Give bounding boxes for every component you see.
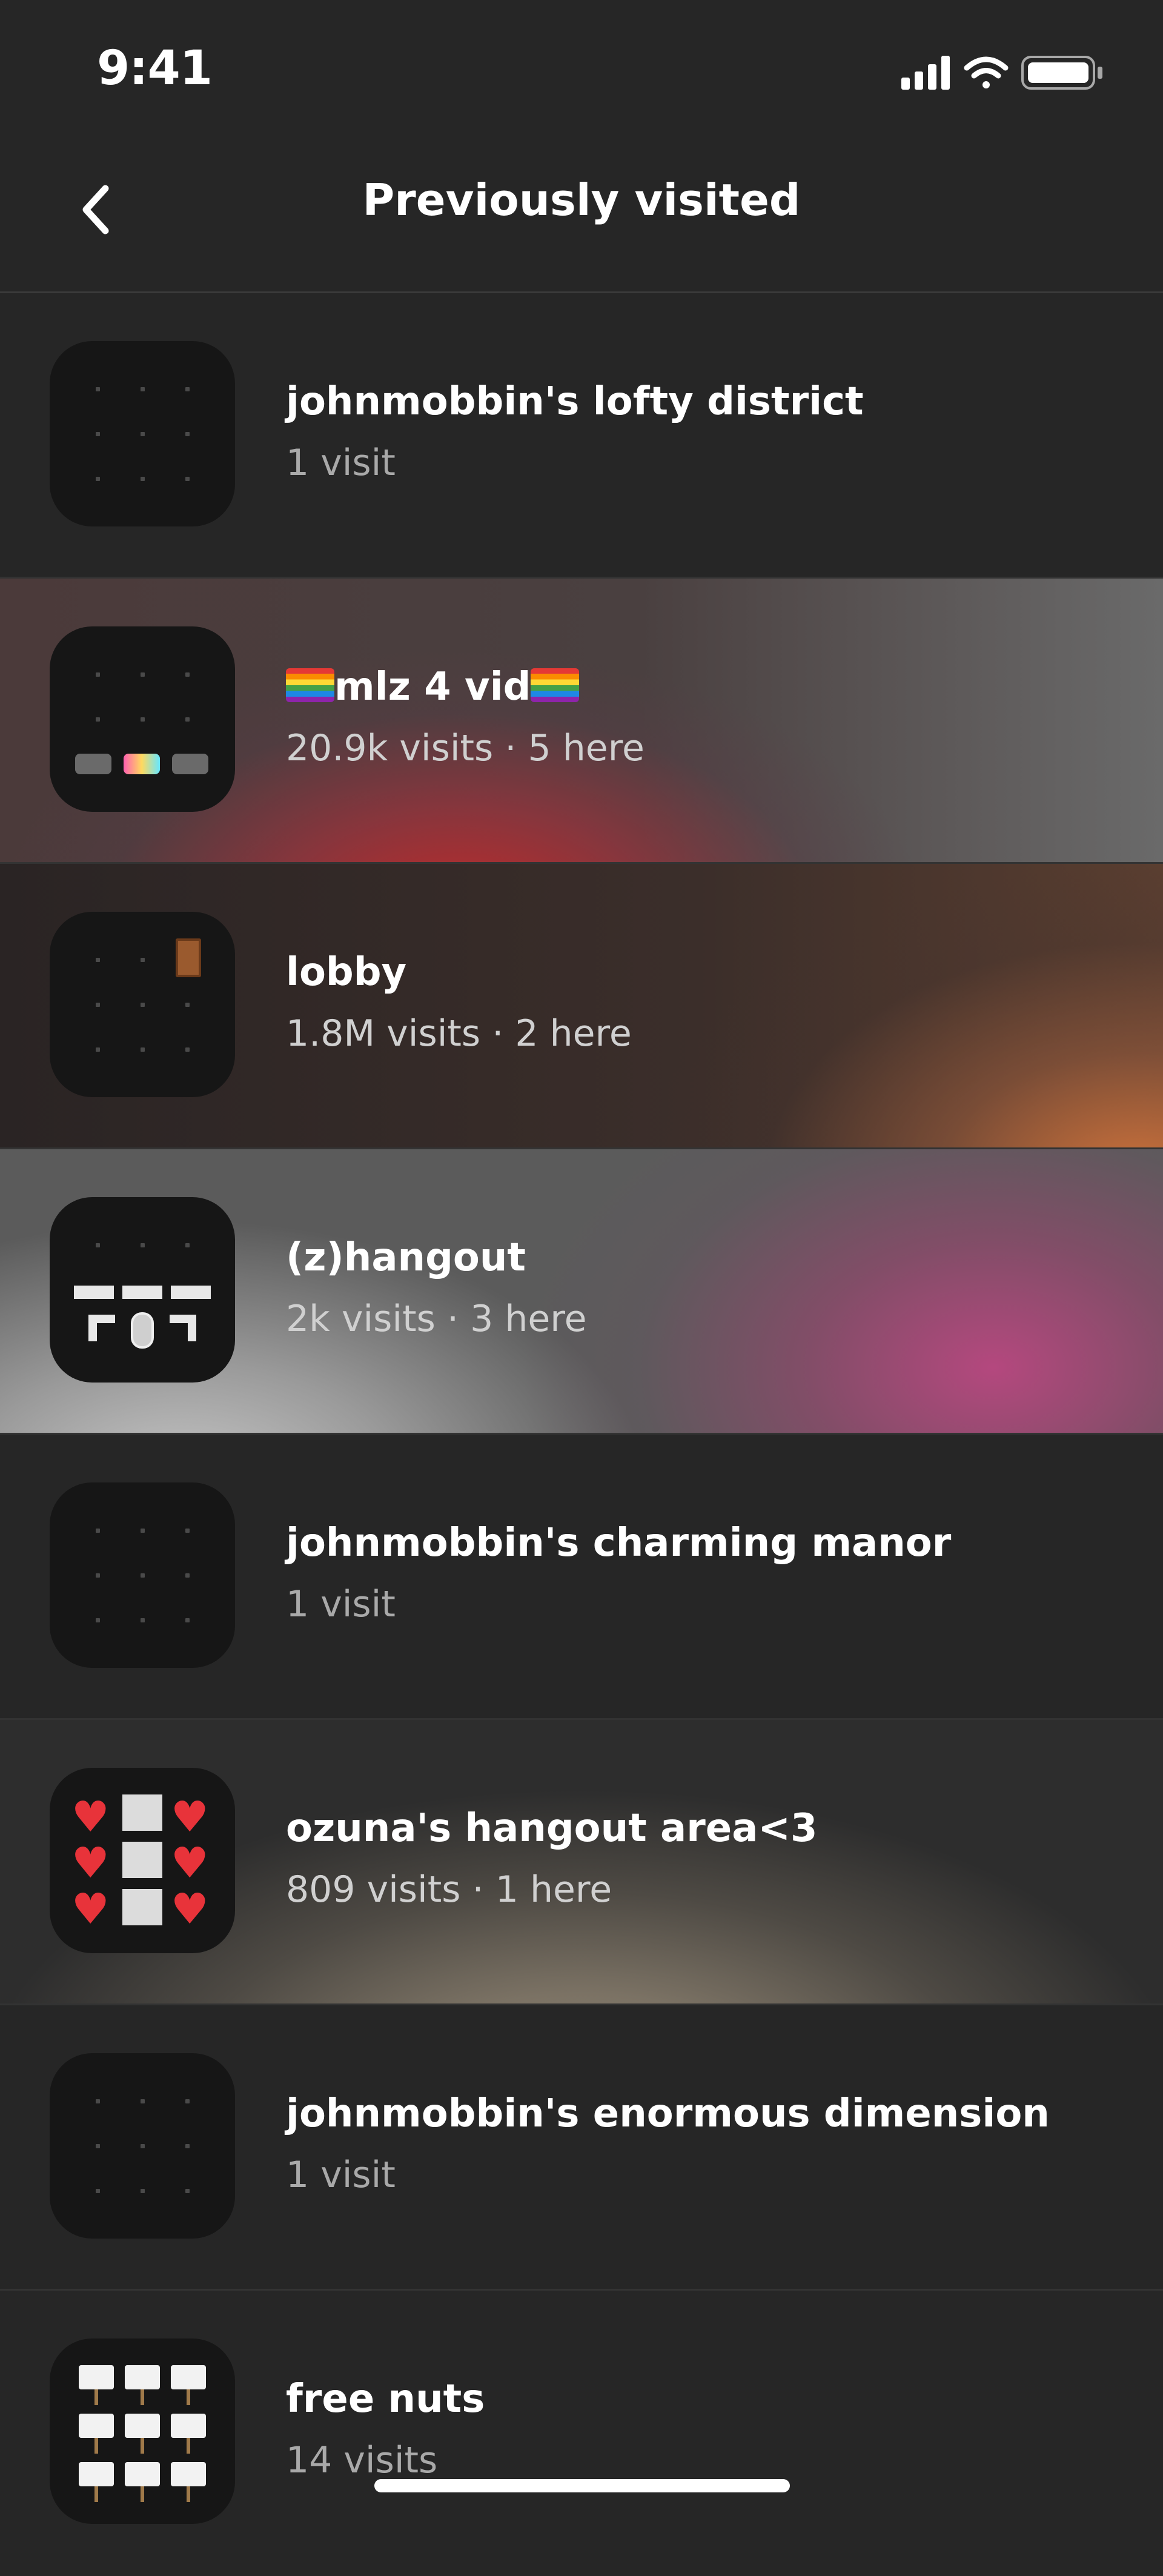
dot-grid-pattern bbox=[50, 341, 235, 526]
sign-icon bbox=[171, 2365, 206, 2405]
room-name: johnmobbin's enormous dimension bbox=[286, 2091, 1050, 2136]
stage-corner bbox=[88, 1315, 115, 1341]
dot-grid-pattern bbox=[50, 626, 235, 812]
room-name-row: mlz 4 vid bbox=[286, 665, 580, 709]
room-stats: 1 visit bbox=[286, 1583, 396, 1625]
room-stats: 14 visits bbox=[286, 2439, 438, 2481]
door-icon bbox=[176, 938, 201, 977]
room-stats: 20.9k visits · 5 here bbox=[286, 727, 644, 769]
room-row[interactable]: free nuts 14 visits bbox=[0, 2291, 1163, 2576]
sign-icon bbox=[79, 2462, 114, 2502]
room-name: johnmobbin's lofty district bbox=[286, 379, 864, 424]
sign-icon bbox=[125, 2365, 160, 2405]
room-thumbnail: ♥ ♥ ♥ ♥ ♥ ♥ bbox=[50, 1768, 235, 1953]
room-name: ozuna's hangout area<3 bbox=[286, 1806, 818, 1851]
status-bar: 9:41 bbox=[0, 0, 1163, 143]
sofa-icon bbox=[75, 754, 111, 774]
room-name: (z)hangout bbox=[286, 1235, 526, 1280]
room-row[interactable]: ♥ ♥ ♥ ♥ ♥ ♥ ozuna's hangout area<3 809 v… bbox=[0, 1720, 1163, 2005]
sign-icon bbox=[171, 2414, 206, 2454]
room-thumbnail bbox=[50, 1197, 235, 1383]
room-thumbnail bbox=[50, 626, 235, 812]
heart-suit-icon: ♥ bbox=[71, 1884, 110, 1934]
room-row[interactable]: (z)hangout 2k visits · 3 here bbox=[0, 1149, 1163, 1435]
status-icons bbox=[901, 53, 1119, 92]
room-thumbnail bbox=[50, 1482, 235, 1668]
sign-icon bbox=[171, 2462, 206, 2502]
rainbow-sofa-icon bbox=[124, 754, 160, 774]
room-thumbnail bbox=[50, 341, 235, 526]
wifi-icon bbox=[964, 56, 1009, 88]
stage-bar bbox=[74, 1286, 114, 1299]
sign-icon bbox=[125, 2462, 160, 2502]
microphone-icon bbox=[131, 1312, 154, 1349]
dot-grid-pattern bbox=[50, 2053, 235, 2239]
room-name: mlz 4 vid bbox=[334, 665, 531, 709]
heart-suit-icon: ♥ bbox=[171, 1792, 209, 1842]
room-thumbnail bbox=[50, 2053, 235, 2239]
status-time: 9:41 bbox=[97, 41, 213, 96]
floor-tile bbox=[122, 1842, 162, 1878]
heart-suit-icon: ♥ bbox=[171, 1838, 209, 1888]
battery-icon bbox=[1021, 56, 1102, 90]
sign-icon bbox=[125, 2414, 160, 2454]
room-stats: 1 visit bbox=[286, 2154, 396, 2196]
stage-corner bbox=[170, 1315, 196, 1341]
room-stats: 809 visits · 1 here bbox=[286, 1868, 612, 1911]
rainbow-flag-icon bbox=[286, 668, 334, 702]
rainbow-flag-icon bbox=[531, 668, 580, 702]
floor-tile bbox=[122, 1889, 162, 1925]
room-stats: 2k visits · 3 here bbox=[286, 1298, 587, 1340]
room-stats: 1 visit bbox=[286, 442, 396, 484]
room-row[interactable]: mlz 4 vid 20.9k visits · 5 here bbox=[0, 579, 1163, 864]
floor-tile bbox=[122, 1794, 162, 1831]
room-name: lobby bbox=[286, 950, 407, 995]
page-title: Previously visited bbox=[362, 174, 801, 225]
dot-grid-pattern bbox=[50, 912, 235, 1097]
room-thumbnail bbox=[50, 912, 235, 1097]
room-name: johnmobbin's charming manor bbox=[286, 1521, 952, 1565]
home-indicator[interactable] bbox=[374, 2479, 790, 2492]
room-row[interactable]: lobby 1.8M visits · 2 here bbox=[0, 864, 1163, 1149]
heart-suit-icon: ♥ bbox=[71, 1838, 110, 1888]
room-thumbnail bbox=[50, 2339, 235, 2524]
room-row[interactable]: johnmobbin's enormous dimension 1 visit bbox=[0, 2005, 1163, 2291]
room-row[interactable]: johnmobbin's charming manor 1 visit bbox=[0, 1435, 1163, 1720]
heart-suit-icon: ♥ bbox=[71, 1792, 110, 1842]
sign-icon bbox=[79, 2414, 114, 2454]
stage-bar bbox=[122, 1286, 162, 1299]
room-row[interactable]: johnmobbin's lofty district 1 visit bbox=[0, 293, 1163, 579]
sign-icon bbox=[79, 2365, 114, 2405]
heart-suit-icon: ♥ bbox=[171, 1884, 209, 1934]
nav-bar: Previously visited bbox=[0, 143, 1163, 293]
room-list: johnmobbin's lofty district 1 visit mlz … bbox=[0, 293, 1163, 2576]
room-name: free nuts bbox=[286, 2377, 485, 2422]
stage-bar bbox=[171, 1286, 211, 1299]
dot-grid-pattern bbox=[50, 1482, 235, 1668]
sofa-icon bbox=[172, 754, 208, 774]
room-stats: 1.8M visits · 2 here bbox=[286, 1012, 632, 1055]
signal-icon bbox=[901, 56, 950, 90]
